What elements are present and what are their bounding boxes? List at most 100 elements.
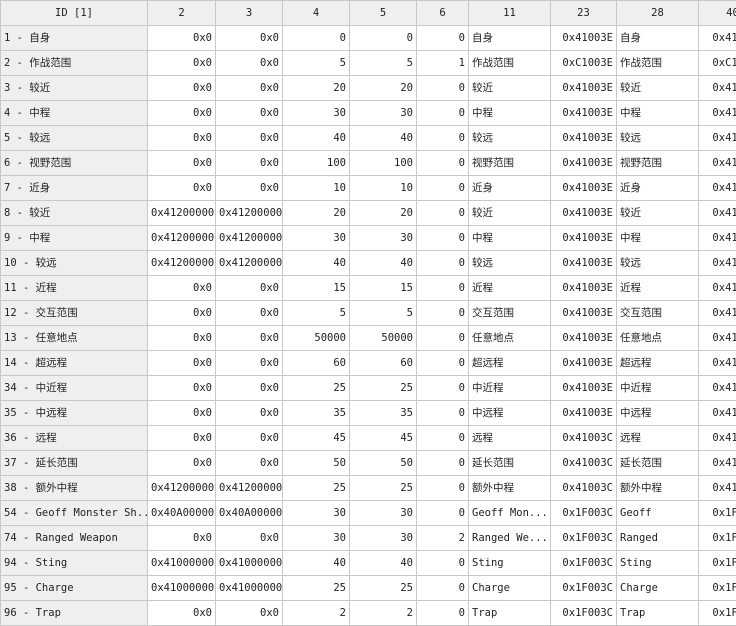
table-cell[interactable]: 0xC1003E xyxy=(551,51,617,76)
row-id-cell[interactable]: 10 - 较远 xyxy=(0,251,148,276)
table-cell[interactable]: 0x0 xyxy=(216,151,283,176)
column-header-8[interactable]: 28 xyxy=(617,0,699,26)
table-cell[interactable]: 0x0 xyxy=(148,376,216,401)
table-cell[interactable]: 较远 xyxy=(617,126,699,151)
table-cell[interactable]: 0 xyxy=(417,376,469,401)
table-cell[interactable]: 35 xyxy=(283,401,350,426)
column-header-5[interactable]: 6 xyxy=(417,0,469,26)
table-cell[interactable]: 作战范围 xyxy=(469,51,551,76)
table-cell[interactable]: 30 xyxy=(283,101,350,126)
table-cell[interactable]: 0x0 xyxy=(148,351,216,376)
table-cell[interactable]: 0x0 xyxy=(148,176,216,201)
row-id-cell[interactable]: 54 - Geoff Monster Sh... xyxy=(0,501,148,526)
table-cell[interactable]: 20 xyxy=(283,201,350,226)
table-cell[interactable]: 近身 xyxy=(469,176,551,201)
table-cell[interactable]: 0x0 xyxy=(148,326,216,351)
table-cell[interactable]: 0x41003E xyxy=(551,301,617,326)
table-cell[interactable]: 45 xyxy=(283,426,350,451)
table-cell[interactable]: 0 xyxy=(417,126,469,151)
table-cell[interactable]: 30 xyxy=(283,226,350,251)
table-cell[interactable]: 30 xyxy=(283,501,350,526)
table-cell[interactable]: 近程 xyxy=(617,276,699,301)
table-cell[interactable]: 0 xyxy=(417,601,469,626)
table-cell[interactable]: 0x41003C xyxy=(699,301,736,326)
table-cell[interactable]: 额外中程 xyxy=(469,476,551,501)
table-cell[interactable]: 1 xyxy=(417,51,469,76)
row-id-cell[interactable]: 6 - 视野范围 xyxy=(0,151,148,176)
row-id-cell[interactable]: 14 - 超远程 xyxy=(0,351,148,376)
table-cell[interactable]: 0x41003C xyxy=(699,126,736,151)
table-cell[interactable]: 较近 xyxy=(617,76,699,101)
table-cell[interactable]: 0x41200000 xyxy=(216,201,283,226)
table-cell[interactable]: 0 xyxy=(417,226,469,251)
row-id-cell[interactable]: 5 - 较远 xyxy=(0,126,148,151)
column-header-1[interactable]: 2 xyxy=(148,0,216,26)
table-cell[interactable]: 30 xyxy=(350,101,417,126)
table-cell[interactable]: 0x40A00000 xyxy=(148,501,216,526)
table-cell[interactable]: 45 xyxy=(350,426,417,451)
table-cell[interactable]: 较远 xyxy=(469,251,551,276)
table-cell[interactable]: 30 xyxy=(350,226,417,251)
column-header-6[interactable]: 11 xyxy=(469,0,551,26)
table-cell[interactable]: 0x41003C xyxy=(551,426,617,451)
table-cell[interactable]: 0x1F003C xyxy=(699,576,736,601)
row-id-cell[interactable]: 1 - 自身 xyxy=(0,26,148,51)
table-cell[interactable]: 2 xyxy=(283,601,350,626)
table-cell[interactable]: 0 xyxy=(417,276,469,301)
table-cell[interactable]: 0x0 xyxy=(148,301,216,326)
table-cell[interactable]: 0x41003E xyxy=(551,201,617,226)
table-cell[interactable]: 0x0 xyxy=(148,451,216,476)
table-cell[interactable]: 25 xyxy=(283,376,350,401)
table-cell[interactable]: 40 xyxy=(350,551,417,576)
table-cell[interactable]: 中程 xyxy=(617,101,699,126)
table-cell[interactable]: Charge xyxy=(617,576,699,601)
table-cell[interactable]: 0 xyxy=(417,351,469,376)
row-id-cell[interactable]: 96 - Trap xyxy=(0,601,148,626)
table-cell[interactable]: 自身 xyxy=(469,26,551,51)
table-cell[interactable]: 0 xyxy=(417,451,469,476)
table-cell[interactable]: 中近程 xyxy=(617,376,699,401)
table-cell[interactable]: 0x41003C xyxy=(699,76,736,101)
table-cell[interactable]: 0x1F003C xyxy=(551,576,617,601)
table-cell[interactable]: 超远程 xyxy=(469,351,551,376)
table-cell[interactable]: 0x41003E xyxy=(551,401,617,426)
table-cell[interactable]: 0x0 xyxy=(148,401,216,426)
table-cell[interactable]: 15 xyxy=(350,276,417,301)
row-id-cell[interactable]: 8 - 较近 xyxy=(0,201,148,226)
table-cell[interactable]: 10 xyxy=(283,176,350,201)
table-cell[interactable]: 0 xyxy=(417,326,469,351)
table-cell[interactable]: 5 xyxy=(283,51,350,76)
column-header-4[interactable]: 5 xyxy=(350,0,417,26)
column-header-7[interactable]: 23 xyxy=(551,0,617,26)
table-cell[interactable]: 0x41003E xyxy=(551,101,617,126)
table-cell[interactable]: 0x0 xyxy=(216,176,283,201)
table-cell[interactable]: 0x0 xyxy=(148,76,216,101)
table-cell[interactable]: 2 xyxy=(350,601,417,626)
table-cell[interactable]: 0x0 xyxy=(148,51,216,76)
table-cell[interactable]: 0x41003E xyxy=(551,76,617,101)
table-cell[interactable]: 20 xyxy=(350,76,417,101)
table-cell[interactable]: 0 xyxy=(417,401,469,426)
table-cell[interactable]: 0 xyxy=(417,201,469,226)
table-cell[interactable]: 25 xyxy=(283,476,350,501)
table-cell[interactable]: 额外中程 xyxy=(617,476,699,501)
table-cell[interactable]: 0x41200000 xyxy=(148,251,216,276)
table-cell[interactable]: 0x0 xyxy=(216,126,283,151)
table-cell[interactable]: 任意地点 xyxy=(469,326,551,351)
table-cell[interactable]: 0x41003C xyxy=(699,426,736,451)
table-cell[interactable]: 延长范围 xyxy=(469,451,551,476)
row-id-cell[interactable]: 7 - 近身 xyxy=(0,176,148,201)
table-cell[interactable]: 0x41003E xyxy=(551,251,617,276)
table-cell[interactable]: 0x41003C xyxy=(699,351,736,376)
row-id-cell[interactable]: 74 - Ranged Weapon xyxy=(0,526,148,551)
table-cell[interactable]: Geoff xyxy=(617,501,699,526)
table-cell[interactable]: 0x1F003C xyxy=(699,601,736,626)
table-cell[interactable]: 0x0 xyxy=(148,526,216,551)
table-cell[interactable]: 0x0 xyxy=(148,101,216,126)
table-cell[interactable]: 中程 xyxy=(617,226,699,251)
table-cell[interactable]: 0x1F003C xyxy=(551,601,617,626)
table-cell[interactable]: 0x0 xyxy=(148,151,216,176)
table-cell[interactable]: 近身 xyxy=(617,176,699,201)
table-cell[interactable]: 延长范围 xyxy=(617,451,699,476)
row-id-cell[interactable]: 2 - 作战范围 xyxy=(0,51,148,76)
